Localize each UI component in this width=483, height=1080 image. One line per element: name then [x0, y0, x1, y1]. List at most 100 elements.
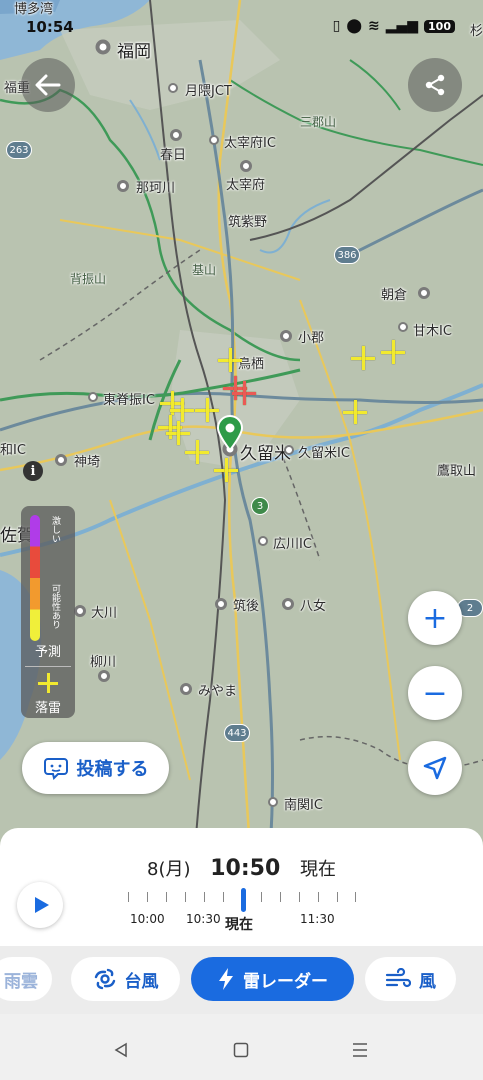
share-button[interactable] — [408, 58, 462, 112]
timeline-tick — [147, 892, 148, 902]
play-button[interactable] — [17, 882, 63, 928]
timeline-tick — [280, 892, 281, 902]
place-nankan-ic: 南関IC — [284, 798, 323, 813]
place-okawa: 大川 — [91, 606, 118, 621]
tab-label: 台風 — [124, 971, 159, 992]
zoom-out-button[interactable]: − — [408, 666, 462, 720]
place-kanzaki: 神埼 — [74, 455, 101, 470]
lightning-strike-marker — [351, 346, 375, 370]
nav-back-icon[interactable] — [113, 1042, 129, 1058]
tab-label: 雷レーダー — [243, 971, 328, 992]
place-wa-ic: 和IC — [0, 443, 26, 458]
place-miyama: みやま — [198, 684, 238, 699]
place-kasuga: 春日 — [160, 148, 187, 163]
legend-intense-label: 激しい — [50, 516, 60, 543]
city-marker-okawa — [74, 605, 86, 617]
place-asakura: 朝倉 — [381, 288, 408, 303]
lightning-strike-marker — [381, 340, 405, 364]
place-nakagawa: 那珂川 — [136, 181, 176, 196]
lightning-icon — [219, 968, 233, 990]
system-nav-bar — [0, 1014, 483, 1080]
route-shield: 386 — [334, 246, 360, 264]
timeline-date: 8(月) — [147, 859, 191, 880]
timeline-slider[interactable] — [128, 888, 356, 912]
back-button[interactable] — [21, 58, 75, 112]
place-higashisefuri-ic: 東脊振IC — [103, 393, 155, 408]
nav-recents-icon[interactable] — [352, 1042, 368, 1058]
battery-indicator: 100 — [424, 19, 455, 33]
vibrate-icon: ▯ — [332, 18, 341, 34]
place-chikugo: 筑後 — [233, 599, 260, 614]
post-report-icon — [43, 758, 68, 780]
tab-rain-cloud[interactable]: 雨雲 — [0, 957, 52, 1001]
city-marker-dazaifu — [240, 160, 252, 172]
ic-marker — [258, 536, 268, 546]
status-icons: ▯ ⬤ ≋ ▂▄▆ 100 — [333, 18, 455, 34]
navigation-icon — [423, 756, 447, 780]
timeline-current: 8(月) 10:50 現在 — [0, 855, 483, 881]
wind-icon — [385, 968, 411, 988]
place-sangunsan: 三郡山 — [300, 115, 337, 129]
place-kurume-ic: 久留米IC — [298, 446, 350, 461]
tab-label: 風 — [419, 971, 436, 992]
city-marker-ogori — [280, 330, 292, 342]
zoom-in-button[interactable]: + — [408, 591, 462, 645]
ic-marker — [268, 797, 278, 807]
legend-lightning-label: 落雷 — [34, 701, 61, 716]
timeline-tick — [299, 892, 300, 902]
ic-marker — [284, 445, 294, 455]
status-bar: 10:54 ▯ ⬤ ≋ ▂▄▆ 100 — [0, 14, 483, 42]
junction-marker — [168, 83, 178, 93]
place-chikushino: 筑紫野 — [228, 215, 268, 230]
timeline-tick — [204, 892, 205, 902]
signal-icon: ▂▄▆ — [385, 18, 419, 34]
timeline-tick — [185, 892, 186, 902]
timeline-cursor[interactable] — [241, 888, 246, 912]
timeline-panel: 8(月) 10:50 現在 10:00 10:30 現在 11:30 — [0, 828, 483, 948]
tab-wind[interactable]: 風 — [365, 957, 456, 1001]
tab-lightning-radar[interactable]: 雷レーダー — [191, 957, 354, 1001]
city-marker-yanagawa — [98, 670, 110, 682]
nav-home-icon[interactable] — [233, 1042, 249, 1058]
place-dazaifu: 太宰府 — [226, 178, 266, 193]
ic-marker — [209, 135, 219, 145]
timeline-tick — [128, 892, 129, 902]
timeline-tick — [223, 892, 224, 902]
lightning-strike-marker — [185, 440, 209, 464]
tab-typhoon[interactable]: 台風 — [71, 957, 180, 1001]
city-marker-asakura — [418, 287, 430, 299]
locate-button[interactable] — [408, 741, 462, 795]
info-icon[interactable]: i — [23, 461, 43, 481]
route-shield: 443 — [224, 724, 250, 742]
share-icon — [425, 74, 445, 96]
legend-divider — [25, 666, 71, 667]
map-view[interactable]: 博多湾 福岡 福重 月隈JCT 太宰府IC 春日 那珂川 太宰府 筑紫野 三郡山… — [0, 0, 483, 850]
route-shield: 263 — [6, 141, 32, 159]
place-dazaifu-ic: 太宰府IC — [224, 136, 276, 151]
route-shield: 3 — [251, 497, 269, 515]
city-marker-chikugo — [215, 598, 227, 610]
timeline-tick — [337, 892, 338, 902]
lightning-strike-marker — [218, 348, 242, 372]
location-pin-icon — [216, 415, 244, 451]
ic-marker — [88, 392, 98, 402]
timeline-tick — [355, 892, 356, 902]
lightning-strike-recent-marker — [232, 381, 256, 405]
place-yanagawa: 柳川 — [90, 655, 117, 670]
post-button[interactable]: 投稿する — [22, 742, 169, 794]
wifi-icon: ≋ — [367, 18, 380, 34]
city-marker-kasuga — [170, 129, 182, 141]
place-yame: 八女 — [300, 599, 327, 614]
timeline-time: 10:50 — [210, 856, 281, 881]
lightning-strike-marker — [214, 458, 238, 482]
place-amagi-ic: 甘木IC — [413, 324, 452, 339]
timeline-status: 現在 — [300, 859, 336, 880]
layer-tabs: 雨雲 台風 雷レーダー 風 — [0, 946, 483, 1014]
place-tsukigumajct: 月隈JCT — [185, 84, 232, 99]
place-kizan: 基山 — [192, 263, 217, 277]
city-marker-kanzaki — [55, 454, 67, 466]
place-takatoriyama: 鷹取山 — [437, 464, 477, 479]
city-marker-miyama — [180, 683, 192, 695]
place-sefurisan: 背振山 — [70, 272, 107, 286]
timeline-label: 10:30 — [186, 912, 221, 926]
